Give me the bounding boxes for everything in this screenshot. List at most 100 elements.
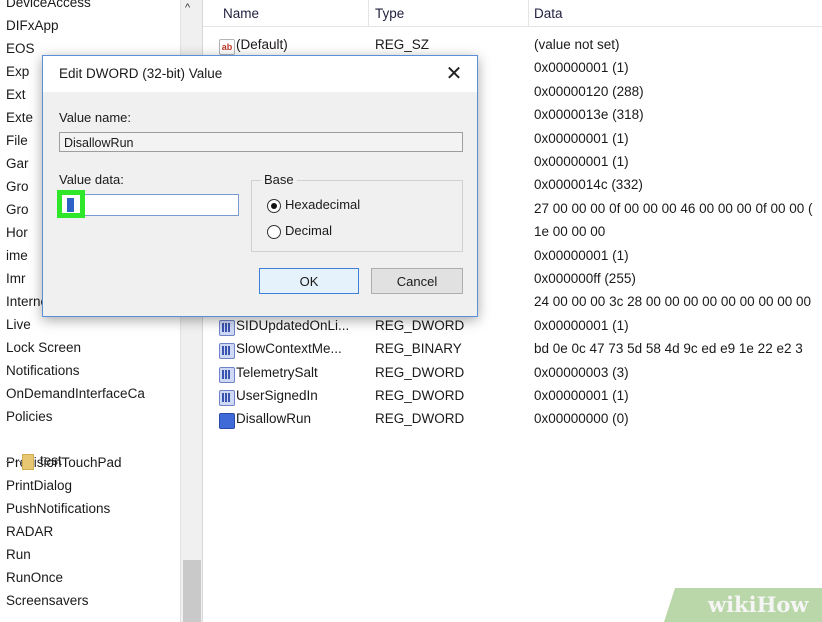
tree-item-label: Notifications [6,363,80,378]
cell-data: bd 0e 0c 47 73 5d 58 4d 9c ed e9 1e 22 e… [534,341,803,357]
cell-name: TelemetrySalt [236,364,318,380]
cell-name: SlowContextMe... [236,341,342,357]
dialog-titlebar[interactable]: Edit DWORD (32-bit) Value ✕ [43,56,477,92]
table-row[interactable]: DisallowRun REG_DWORD 0x00000000 (0) [203,408,822,432]
column-header-data[interactable]: Data [534,6,563,21]
ok-button[interactable]: OK [259,268,359,294]
tree-item[interactable]: Notifications [6,360,80,382]
base-label: Base [261,172,297,187]
cell-data: 1e 00 00 00 [534,224,606,240]
tree-item[interactable]: PrintDialog [6,475,72,497]
dialog-title: Edit DWORD (32-bit) Value [59,66,223,81]
folder-icon [22,454,34,470]
tree-item[interactable]: Run [6,544,31,566]
tree-item[interactable]: DIFxApp [6,15,59,37]
close-icon[interactable]: ✕ [439,59,469,89]
tree-item-label: PrintDialog [6,478,73,493]
tree-item-test[interactable]: test [6,450,176,472]
tree-item[interactable]: Gar [6,153,29,175]
cell-type: REG_DWORD [375,364,465,380]
cell-data: 0x000000ff (255) [534,271,636,286]
cell-name: SIDUpdatedOnLi... [236,317,350,333]
cell-data: 0x0000014c (332) [534,177,643,193]
tree-item[interactable]: File [6,130,28,152]
tree-item[interactable]: ime [6,245,28,267]
base-group [251,180,463,252]
cell-type: REG_DWORD [375,317,465,333]
cell-data: 0x0000013e (318) [534,107,644,123]
cell-data: 0x00000003 (3) [534,364,629,380]
cell-type: REG_DWORD [375,411,465,427]
tree-item[interactable]: DeviceAccess [6,0,91,14]
cell-data: 0x00000001 (1) [534,388,629,403]
binary-value-icon [219,390,235,406]
tree-item-label: RADAR [6,524,54,539]
tree-item[interactable]: Lock Screen [6,337,81,359]
tree-item-label: Gro [6,202,29,217]
tree-item[interactable]: Gro [6,199,29,221]
tree-item[interactable]: EOS [6,38,35,60]
tree-item-label: Gro [6,179,29,194]
highlight-box [57,190,85,218]
cell-type: REG_BINARY [375,341,462,357]
watermark-logo: wikiHow [708,592,809,617]
tree-connector [6,461,22,462]
tree-item[interactable]: Exte [6,107,33,129]
cell-type: REG_DWORD [375,388,465,403]
tree-item[interactable]: Policies [6,406,53,428]
table-row[interactable]: UserSignedIn REG_DWORD 0x00000001 (1) [203,385,822,409]
tree-item[interactable]: PushNotifications [6,498,110,520]
tree-item[interactable]: Screensavers [6,590,89,612]
binary-value-icon [219,343,235,360]
selected-value-icon [219,413,235,430]
cell-data: (value not set) [534,37,620,52]
tree-item[interactable]: RunOnce [6,567,63,589]
tree-item-label: Gar [6,156,29,171]
tree-item[interactable]: Imr [6,268,26,290]
cell-type: REG_SZ [375,37,430,52]
cell-data: 0x00000001 (1) [534,154,629,169]
list-header: Name Type Data [203,0,822,27]
tree-item[interactable]: Ext [6,84,26,106]
tree-item-label: DeviceAccess [6,0,91,10]
binary-value-icon [219,319,235,336]
tree-item-label: File [6,133,28,148]
cell-data: 24 00 00 00 3c 28 00 00 00 00 00 00 00 0… [534,294,811,310]
scroll-thumb[interactable] [183,560,201,622]
hexadecimal-radio[interactable] [267,199,281,213]
tree-item-label: OnDemandInterfaceCa [6,386,145,401]
tree-item[interactable]: Live [6,314,31,336]
tree-item-label: Exp [6,64,30,79]
cell-data: 0x00000120 (288) [534,83,644,99]
cell-data: 0x00000001 (1) [534,60,629,76]
tree-item-label: EOS [6,41,35,56]
cell-data: 0x00000001 (1) [534,247,629,263]
value-data-label: Value data: [59,172,124,187]
tree-item-label: Ext [6,87,26,102]
column-header-name[interactable]: Name [223,6,259,21]
value-name-label: Value name: [59,110,132,125]
tree-item-label: Run [6,547,31,562]
cell-name: (Default) [236,37,288,52]
decimal-label[interactable]: Decimal [285,223,332,238]
tree-item[interactable]: OnDemandInterfaceCa [6,383,145,405]
tree-item[interactable]: RADAR [6,521,53,543]
tree-item-label: Exte [6,110,34,125]
value-name-field: DisallowRun [59,132,463,152]
decimal-radio[interactable] [267,225,281,239]
hexadecimal-label[interactable]: Hexadecimal [285,197,360,212]
scroll-up-arrow-icon[interactable]: ^ [185,2,190,14]
column-divider[interactable] [368,0,369,26]
table-row[interactable]: SIDUpdatedOnLi... REG_DWORD 0x00000001 (1) [203,315,822,339]
table-row[interactable]: SlowContextMe... REG_BINARY bd 0e 0c 47 73… [203,338,822,362]
value-data-input[interactable] [73,194,239,216]
table-row[interactable]: TelemetrySalt REG_DWORD 0x00000003 (3) [203,362,822,386]
tree-item[interactable]: Hor [6,222,28,244]
tree-item[interactable]: Gro [6,176,29,198]
cancel-button[interactable]: Cancel [371,268,463,294]
cell-data: 0x00000000 (0) [534,411,629,427]
column-divider[interactable] [528,0,529,26]
edit-dword-dialog: Edit DWORD (32-bit) Value ✕ Value name: … [42,55,478,317]
column-header-type[interactable]: Type [375,6,404,21]
tree-item[interactable]: Exp [6,61,29,83]
